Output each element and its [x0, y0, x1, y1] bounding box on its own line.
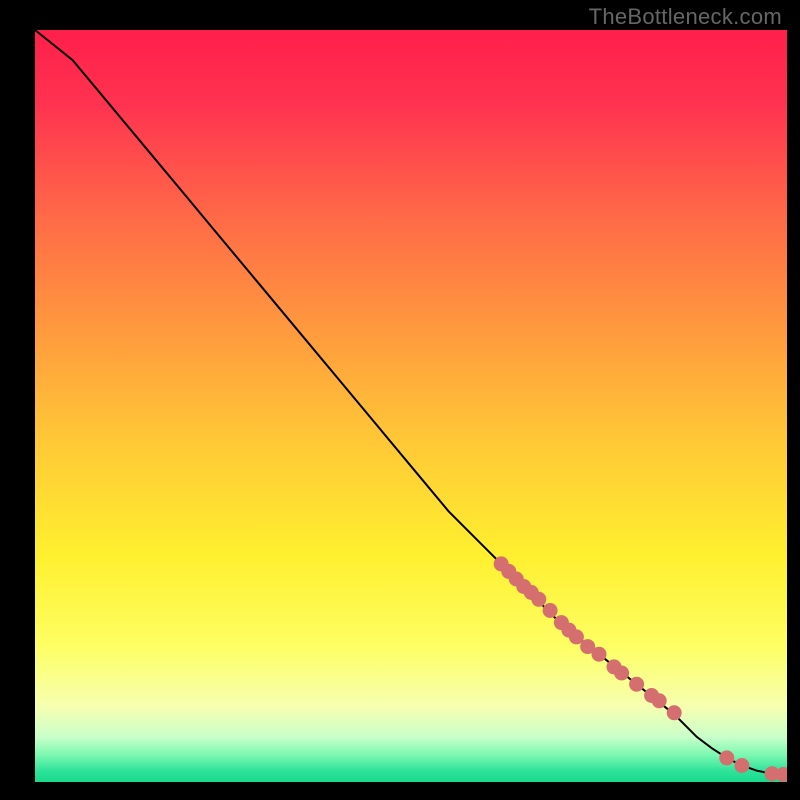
marker-point: [719, 750, 734, 765]
gradient-bg: [35, 30, 787, 782]
marker-point: [531, 592, 546, 607]
marker-point: [652, 693, 667, 708]
marker-point: [667, 705, 682, 720]
plot-svg: [35, 30, 787, 782]
watermark-label: TheBottleneck.com: [589, 4, 782, 30]
marker-point: [614, 666, 629, 681]
marker-point: [734, 758, 749, 773]
marker-point: [543, 603, 558, 618]
marker-point: [592, 647, 607, 662]
chart-frame: TheBottleneck.com: [0, 0, 800, 800]
plot-area: [35, 30, 787, 782]
marker-point: [569, 629, 584, 644]
marker-point: [629, 677, 644, 692]
